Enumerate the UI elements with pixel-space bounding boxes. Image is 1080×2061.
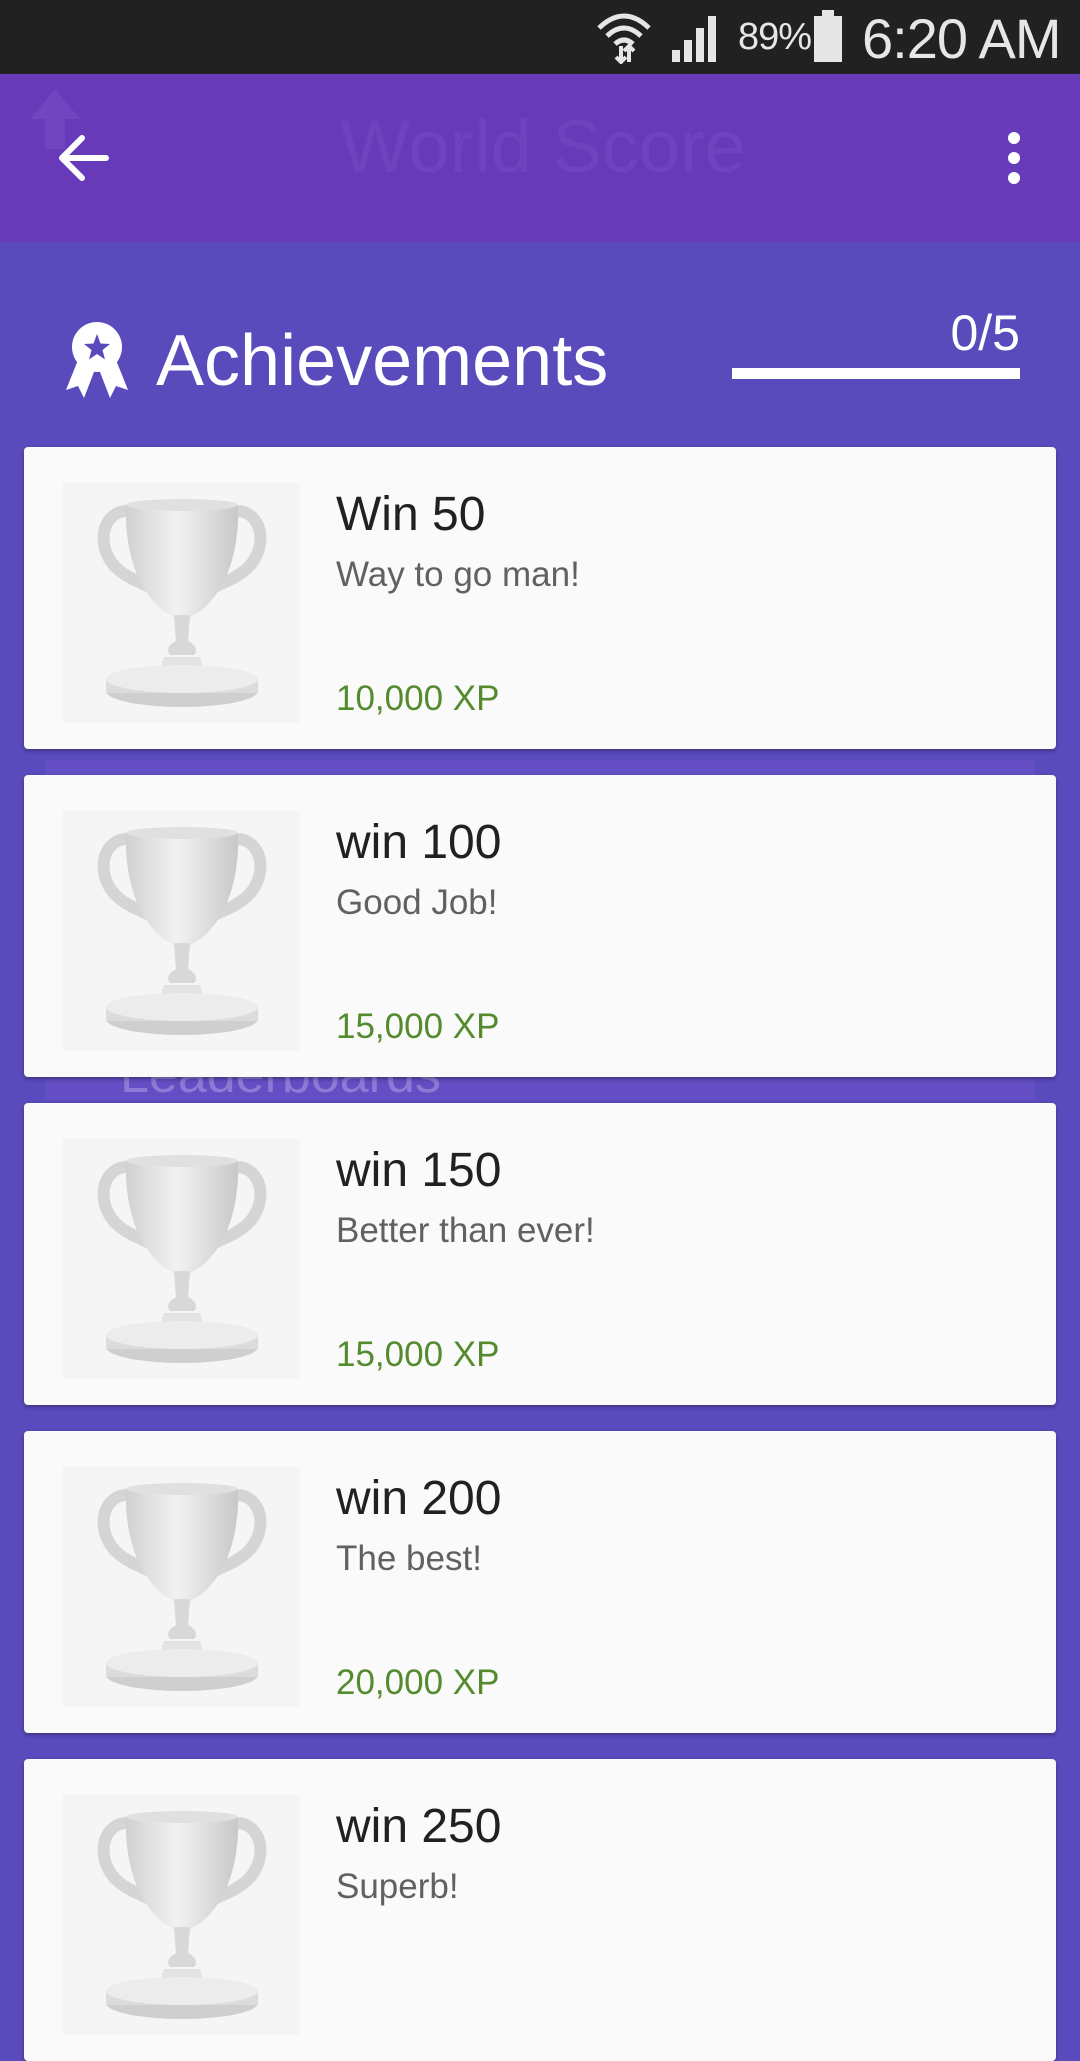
trophy-icon — [97, 827, 267, 1035]
achievement-card[interactable]: win 200 The best! 20,000 XP — [24, 1431, 1056, 1733]
achievement-name: win 100 — [336, 816, 502, 869]
app-title: World Score — [340, 105, 746, 188]
achievement-xp: 10,000 XP — [336, 679, 500, 718]
trophy-tile — [62, 811, 300, 1051]
achievement-name: Win 50 — [336, 488, 486, 541]
achievement-xp: 15,000 XP — [336, 1335, 500, 1374]
trophy-tile — [62, 1795, 300, 2035]
signal-icon — [672, 16, 716, 62]
arrow-back-icon[interactable] — [44, 118, 124, 198]
clock: 6:20 AM — [862, 7, 1061, 70]
achievement-xp: 15,000 XP — [336, 1007, 500, 1046]
achievement-description: Way to go man! — [336, 555, 580, 594]
achievement-name: win 250 — [336, 1800, 502, 1853]
achievements-header: Achievements 0/5 — [0, 242, 1080, 442]
achievement-card[interactable]: win 100 Good Job! 15,000 XP — [24, 775, 1056, 1077]
achievement-card[interactable]: win 250 Superb! — [24, 1759, 1056, 2061]
achievement-card[interactable]: win 150 Better than ever! 15,000 XP — [24, 1103, 1056, 1405]
trophy-tile — [62, 1139, 300, 1379]
trophy-icon — [97, 1483, 267, 1691]
award-ribbon-icon — [66, 322, 128, 398]
achievement-description: The best! — [336, 1539, 482, 1578]
progress-bar — [732, 368, 1020, 379]
achievement-name: win 150 — [336, 1144, 502, 1197]
achievement-xp: 20,000 XP — [336, 1663, 500, 1702]
more-vert-icon[interactable] — [990, 118, 1040, 198]
trophy-icon — [97, 1155, 267, 1363]
battery-percent: 89% — [738, 16, 812, 58]
achievement-name: win 200 — [336, 1472, 502, 1525]
status-bar: 89% 6:20 AM — [0, 0, 1080, 74]
section-title: Achievements — [156, 321, 609, 401]
achievement-description: Good Job! — [336, 883, 498, 922]
achievement-description: Better than ever! — [336, 1211, 595, 1250]
progress-count: 0/5 — [950, 305, 1020, 361]
trophy-icon — [97, 499, 267, 707]
trophy-tile — [62, 1467, 300, 1707]
app-bar: World Score — [0, 74, 1080, 242]
achievement-description: Superb! — [336, 1867, 459, 1906]
wifi-icon — [597, 13, 651, 64]
achievement-card[interactable]: Win 50 Way to go man! 10,000 XP — [24, 447, 1056, 749]
trophy-icon — [97, 1811, 267, 2019]
trophy-tile — [62, 483, 300, 723]
battery-icon — [814, 10, 842, 62]
